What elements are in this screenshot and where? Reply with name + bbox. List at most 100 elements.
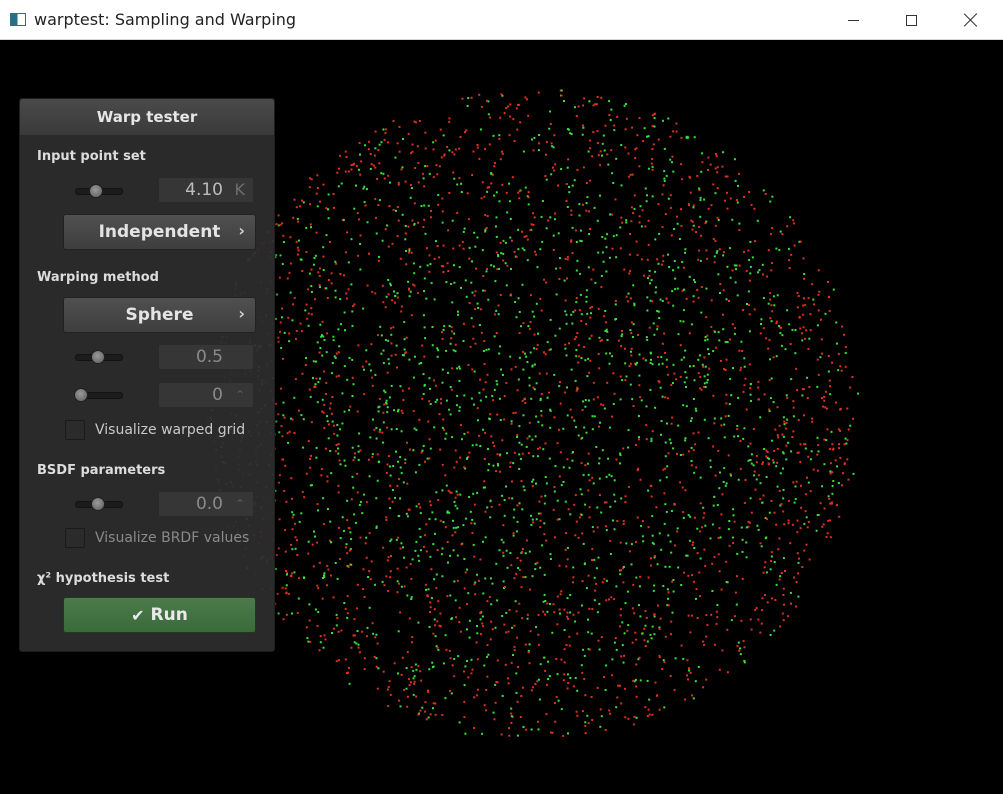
sample-point [625,375,628,378]
sample-point [571,459,574,462]
sample-point [595,446,598,448]
sample-point [687,450,690,453]
sample-point [800,484,802,487]
sample-point [579,229,582,232]
sample-point [442,328,445,331]
sample-point [713,261,716,264]
point-count-slider[interactable] [75,184,123,198]
sample-point [408,295,411,298]
sample-point [515,672,518,675]
visualize-brdf-row[interactable]: Visualize BRDF values [65,527,249,549]
sample-point [489,516,492,519]
sample-point [609,553,612,555]
visualize-grid-row[interactable]: Visualize warped grid [65,419,245,441]
sample-point [454,343,457,346]
sample-point [424,337,427,340]
maximize-button[interactable] [882,0,940,40]
warping-method-dropdown[interactable]: Sphere › [63,297,256,333]
sample-point [472,150,475,153]
sample-point [601,449,604,452]
sample-point [785,458,788,461]
sample-point [353,513,356,516]
sample-point [536,344,539,347]
sampler-dropdown[interactable]: Independent › [63,214,256,250]
sample-point [580,664,583,667]
point-viewport[interactable]: Warp tester Input point set 4.10 K Indep… [0,40,1003,794]
sample-point [370,560,373,563]
sample-point [521,399,524,402]
sample-point [540,215,543,218]
sample-point [439,128,442,131]
sample-point [319,323,322,326]
sample-point [434,518,437,521]
point-count-field[interactable]: 4.10 K [158,177,254,203]
sample-point [849,386,852,389]
sample-point [769,397,772,400]
sample-point [417,621,420,624]
sample-point [638,117,641,119]
sample-point [749,387,752,390]
bsdf-slider-knob[interactable] [91,497,105,511]
sample-point [629,383,632,386]
sample-point [740,619,743,622]
sample-point [344,170,347,173]
sample-point [428,270,431,273]
sample-point [521,247,524,250]
sample-point [598,457,601,460]
minimize-button[interactable] [824,0,882,40]
sample-point [423,218,426,221]
sample-point [719,292,721,294]
sample-point [837,369,840,372]
sample-point [433,426,436,429]
warp-param2-slider[interactable] [74,388,123,402]
point-count-slider-knob[interactable] [89,184,104,198]
sample-point [429,403,432,405]
sample-point [495,470,497,473]
sample-point [702,365,705,368]
bsdf-field[interactable]: 0.0 ⌃ [158,491,254,517]
sample-point [639,679,642,682]
sample-point [749,265,752,268]
sample-point [611,658,614,661]
sample-point [653,113,656,116]
sample-point [434,532,436,535]
sample-point [508,134,511,137]
sample-point [664,396,667,399]
warp-param1-field[interactable]: 0.5 [158,344,254,370]
visualize-grid-checkbox[interactable] [65,420,85,440]
sample-point [803,277,805,280]
sample-point [639,615,642,618]
sample-point [567,673,569,676]
sample-point [346,231,348,234]
sample-point [384,228,387,231]
sample-point [623,687,626,690]
sample-point [648,326,651,329]
warp-param2-field[interactable]: 0 ⌃ [158,382,254,408]
sample-point [401,354,404,357]
sample-point [455,526,458,529]
sample-point [502,252,505,255]
sample-point [483,363,486,365]
sample-point [346,595,349,598]
sample-point [363,668,366,671]
sample-point [411,219,414,222]
sample-point [545,281,548,284]
warp-param1-slider[interactable] [75,350,123,364]
sample-point [358,218,361,221]
bsdf-slider[interactable] [75,497,123,511]
sample-point [282,234,285,237]
sample-point [582,474,585,477]
run-button[interactable]: ✔ Run [63,597,256,633]
visualize-brdf-checkbox[interactable] [65,528,85,548]
sample-point [721,165,724,168]
sample-point [694,407,697,410]
panel-title[interactable]: Warp tester [20,99,274,136]
close-button[interactable] [942,0,1000,40]
warp-param1-slider-knob[interactable] [91,350,105,364]
sample-point [567,508,570,511]
sample-point [567,682,570,684]
sample-point [327,208,329,211]
warp-param2-slider-knob[interactable] [74,388,88,402]
sample-point [692,295,695,298]
sample-point [390,384,393,387]
